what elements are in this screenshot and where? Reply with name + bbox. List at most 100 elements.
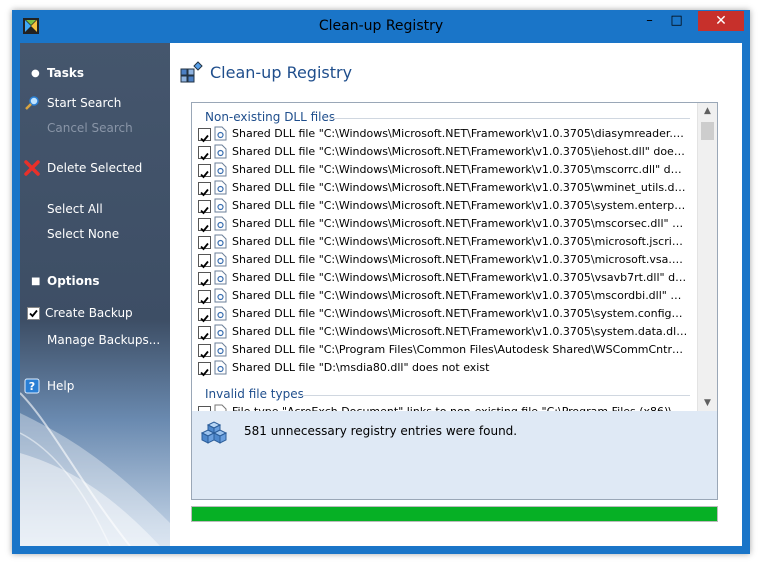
dll-file-icon [214, 126, 227, 141]
scroll-thumb[interactable] [701, 122, 714, 140]
select-none-link[interactable]: Select None [47, 227, 119, 241]
row-text: Shared DLL file "C:\Windows\Microsoft.NE… [232, 217, 688, 230]
table-row[interactable]: Shared DLL file "C:\Windows\Microsoft.NE… [198, 215, 688, 233]
row-checkbox[interactable] [198, 326, 211, 341]
row-text: Shared DLL file "C:\Windows\Microsoft.NE… [232, 163, 688, 176]
delete-x-icon [24, 160, 40, 176]
table-row[interactable]: Shared DLL file "C:\Windows\Microsoft.NE… [198, 179, 688, 197]
dll-file-icon [214, 216, 227, 231]
row-text: Shared DLL file "C:\Windows\Microsoft.NE… [232, 199, 688, 212]
table-row[interactable]: Shared DLL file "C:\Windows\Microsoft.NE… [198, 125, 688, 143]
table-row[interactable]: Shared DLL file "C:\Windows\Microsoft.NE… [198, 161, 688, 179]
row-text: Shared DLL file "C:\Windows\Microsoft.NE… [232, 145, 688, 158]
group-header-dll: Non-existing DLL files [205, 110, 336, 124]
status-panel: 581 unnecessary registry entries were fo… [191, 411, 718, 500]
table-row[interactable]: Shared DLL file "C:\Windows\Microsoft.NE… [198, 251, 688, 269]
page-title: Clean-up Registry [210, 63, 353, 82]
decorative-swirl [20, 392, 170, 546]
checkmark-icon [200, 368, 209, 377]
table-row[interactable]: Shared DLL file "C:\Windows\Microsoft.NE… [198, 143, 688, 161]
dll-file-icon [214, 270, 227, 285]
help-icon: ? [24, 378, 40, 394]
dll-file-icon [214, 198, 227, 213]
table-row[interactable]: Shared DLL file "C:\Windows\Microsoft.NE… [198, 197, 688, 215]
group-divider [300, 395, 690, 396]
delete-selected-link[interactable]: Delete Selected [47, 161, 142, 175]
dll-file-icon [214, 234, 227, 249]
client-area: ● Tasks Start Search Cancel Search Delet… [20, 43, 742, 546]
row-checkbox[interactable] [198, 128, 211, 143]
task-sidebar: ● Tasks Start Search Cancel Search Delet… [20, 43, 170, 546]
registry-cubes-icon [200, 421, 228, 444]
scroll-up-arrow-icon[interactable]: ▲ [698, 103, 717, 120]
row-checkbox[interactable] [198, 308, 211, 323]
dll-file-icon [214, 180, 227, 195]
row-text: Shared DLL file "C:\Program Files\Common… [232, 343, 688, 356]
manage-backups-link[interactable]: Manage Backups... [47, 333, 160, 347]
dll-file-icon [214, 144, 227, 159]
row-checkbox[interactable] [198, 236, 211, 251]
row-text: Shared DLL file "C:\Windows\Microsoft.NE… [232, 253, 688, 266]
row-checkbox[interactable] [198, 200, 211, 215]
table-row[interactable]: Shared DLL file "C:\Windows\Microsoft.NE… [198, 287, 688, 305]
row-text: Shared DLL file "C:\Windows\Microsoft.NE… [232, 127, 688, 140]
row-text: Shared DLL file "D:\msdia80.dll" does no… [232, 361, 490, 374]
create-backup-label[interactable]: Create Backup [45, 306, 133, 320]
table-row[interactable]: Shared DLL file "D:\msdia80.dll" does no… [198, 359, 688, 377]
scroll-down-arrow-icon[interactable]: ▼ [698, 395, 717, 412]
row-checkbox[interactable] [198, 344, 211, 359]
table-row[interactable]: Shared DLL file "C:\Windows\Microsoft.NE… [198, 323, 688, 341]
dll-file-icon [214, 162, 227, 177]
options-header: Options [47, 274, 100, 288]
table-row[interactable]: Shared DLL file "C:\Windows\Microsoft.NE… [198, 305, 688, 323]
row-text: Shared DLL file "C:\Windows\Microsoft.NE… [232, 289, 688, 302]
status-message: 581 unnecessary registry entries were fo… [244, 424, 518, 438]
create-backup-checkbox[interactable] [27, 307, 40, 320]
app-window: Clean-up Registry – □ ✕ ● Tasks Start Se… [12, 10, 750, 554]
svg-text:?: ? [29, 380, 35, 393]
help-link[interactable]: Help [47, 379, 74, 393]
tasks-bullet-icon: ● [31, 68, 40, 79]
maximize-button[interactable]: □ [663, 11, 690, 31]
table-row[interactable]: Shared DLL file "C:\Windows\Microsoft.NE… [198, 233, 688, 251]
progress-fill [192, 507, 717, 521]
search-icon [25, 96, 39, 110]
row-text: Shared DLL file "C:\Windows\Microsoft.NE… [232, 307, 688, 320]
dll-file-icon [214, 360, 227, 375]
minimize-button[interactable]: – [636, 11, 663, 31]
select-all-link[interactable]: Select All [47, 202, 103, 216]
row-checkbox[interactable] [198, 182, 211, 197]
group-divider [330, 118, 690, 119]
close-button[interactable]: ✕ [698, 11, 744, 31]
vertical-scrollbar[interactable]: ▲ ▼ [697, 103, 717, 412]
row-checkbox[interactable] [198, 254, 211, 269]
tasks-header: Tasks [47, 66, 85, 80]
row-checkbox[interactable] [198, 164, 211, 179]
results-list[interactable]: Non-existing DLL files Shared DLL file "… [191, 102, 718, 413]
row-text: Shared DLL file "C:\Windows\Microsoft.NE… [232, 235, 688, 248]
row-checkbox[interactable] [198, 362, 211, 377]
row-checkbox[interactable] [198, 146, 211, 161]
dll-file-icon [214, 342, 227, 357]
row-text: Shared DLL file "C:\Windows\Microsoft.NE… [232, 271, 688, 284]
row-checkbox[interactable] [198, 290, 211, 305]
row-checkbox[interactable] [198, 218, 211, 233]
checkmark-icon [29, 309, 38, 318]
row-text: Shared DLL file "C:\Windows\Microsoft.NE… [232, 325, 688, 338]
title-bar[interactable]: Clean-up Registry – □ ✕ [12, 10, 750, 43]
table-row[interactable]: Shared DLL file "C:\Windows\Microsoft.NE… [198, 269, 688, 287]
dll-file-icon [214, 252, 227, 267]
dll-file-icon [214, 306, 227, 321]
row-checkbox[interactable] [198, 272, 211, 287]
cancel-search-link[interactable]: Cancel Search [47, 121, 133, 135]
row-text: Shared DLL file "C:\Windows\Microsoft.NE… [232, 181, 688, 194]
group-header-file-types: Invalid file types [205, 387, 304, 401]
registry-cleanup-icon [180, 61, 203, 83]
table-row[interactable]: Shared DLL file "C:\Program Files\Common… [198, 341, 688, 359]
progress-bar [191, 506, 718, 522]
options-bullet-icon: ■ [31, 276, 41, 287]
main-panel: Clean-up Registry Non-existing DLL files… [170, 43, 742, 546]
dll-file-icon [214, 324, 227, 339]
start-search-link[interactable]: Start Search [47, 96, 121, 110]
dll-file-icon [214, 288, 227, 303]
